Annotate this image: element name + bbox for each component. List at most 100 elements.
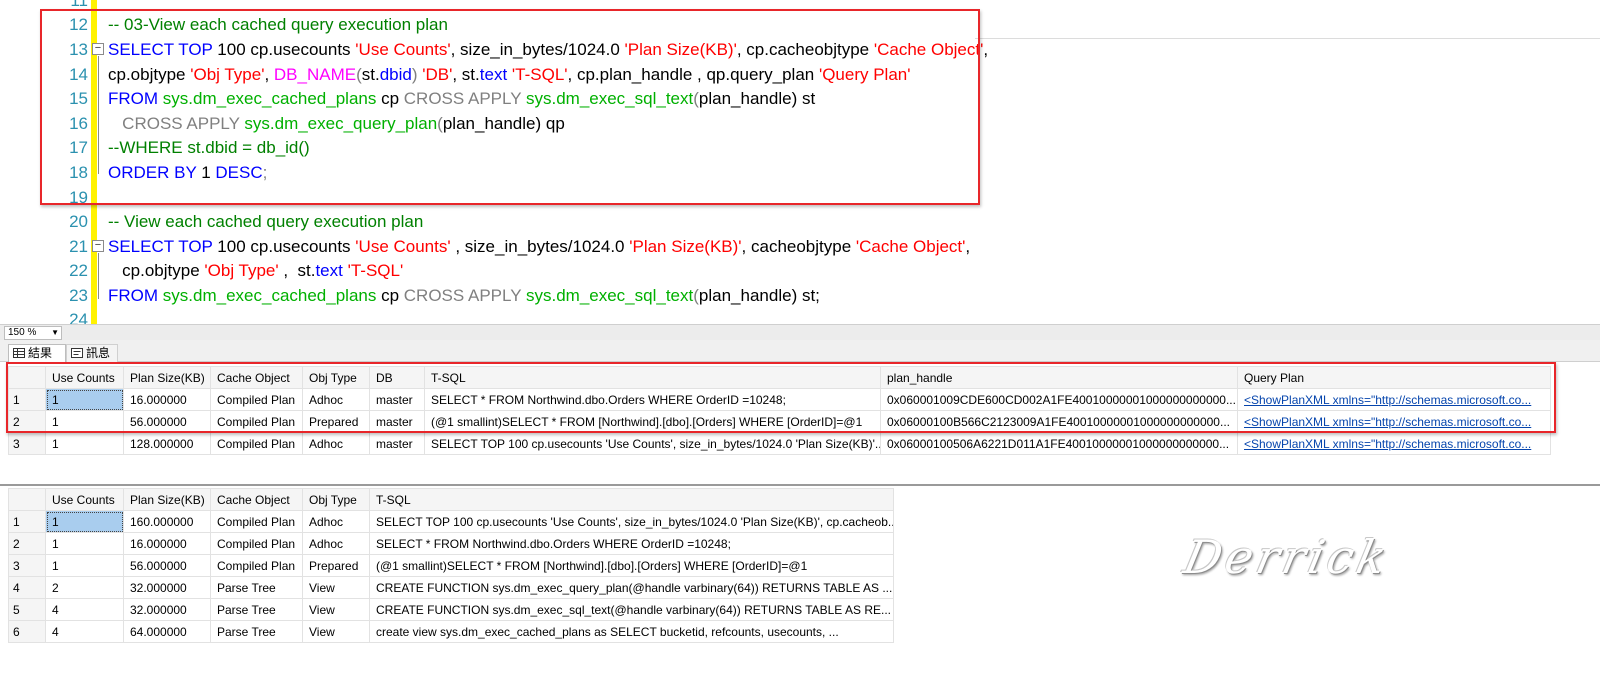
table-cell[interactable]: 1: [45, 432, 124, 455]
table-cell[interactable]: Adhoc: [302, 510, 370, 533]
code-string: 'Use Counts': [355, 237, 451, 256]
table-cell[interactable]: SELECT * FROM Northwind.dbo.Orders WHERE…: [369, 532, 894, 555]
table-row[interactable]: 1 1 160.000000 Compiled Plan Adhoc SELEC…: [8, 510, 894, 533]
table-row[interactable]: 3 1 56.000000 Compiled Plan Prepared (@1…: [8, 554, 894, 577]
table-row[interactable]: 3 1 128.000000 Compiled Plan Adhoc maste…: [8, 432, 1551, 455]
code-text: ,: [965, 237, 971, 256]
table-cell[interactable]: CREATE FUNCTION sys.dm_exec_sql_text(@ha…: [369, 598, 894, 621]
row-number[interactable]: 5: [8, 598, 46, 621]
line-number: 21: [69, 237, 88, 256]
code-text: , st.: [278, 261, 316, 280]
message-icon: [71, 348, 83, 358]
column-header-cache-object[interactable]: Cache Object: [210, 488, 303, 511]
table-cell[interactable]: SELECT TOP 100 cp.usecounts 'Use Counts'…: [369, 510, 894, 533]
table-cell[interactable]: Compiled Plan: [210, 432, 303, 455]
code-text: , cacheobjtype: [741, 237, 856, 256]
tab-messages[interactable]: 訊息: [66, 344, 118, 363]
code-system-object: sys.dm_exec_cached_plans: [162, 286, 377, 305]
table-cell[interactable]: Prepared: [302, 554, 370, 577]
code-line-23[interactable]: FROM sys.dm_exec_cached_plans cp CROSS A…: [108, 283, 820, 308]
code-operator: CROSS APPLY: [403, 286, 522, 305]
table-cell[interactable]: 64.000000: [123, 620, 211, 643]
code-text: plan_handle: [698, 286, 792, 305]
table-cell[interactable]: Parse Tree: [210, 620, 303, 643]
table-cell[interactable]: Parse Tree: [210, 576, 303, 599]
results-grid-1-area: Use Counts Plan Size(KB) Cache Object Ob…: [0, 362, 1600, 486]
code-keyword: SELECT TOP: [108, 237, 213, 256]
grid-icon: [13, 348, 25, 358]
table-cell[interactable]: 32.000000: [123, 598, 211, 621]
code-comment: -- View each cached query execution plan: [108, 212, 424, 231]
table-cell[interactable]: Compiled Plan: [210, 554, 303, 577]
table-cell[interactable]: 128.000000: [123, 432, 211, 455]
table-cell[interactable]: 1: [45, 554, 124, 577]
row-number[interactable]: 3: [8, 554, 46, 577]
table-header-row: Use Counts Plan Size(KB) Cache Object Ob…: [8, 488, 894, 511]
table-cell[interactable]: (@1 smallint)SELECT * FROM [Northwind].[…: [369, 554, 894, 577]
table-row[interactable]: 2 1 16.000000 Compiled Plan Adhoc SELECT…: [8, 532, 894, 555]
table-cell[interactable]: View: [302, 576, 370, 599]
line-number: 22: [69, 261, 88, 280]
table-cell[interactable]: 160.000000: [123, 510, 211, 533]
table-row[interactable]: 5 4 32.000000 Parse Tree View CREATE FUN…: [8, 598, 894, 621]
table-cell[interactable]: Compiled Plan: [210, 510, 303, 533]
code-string: 'Obj Type': [204, 261, 279, 280]
column-header-tsql[interactable]: T-SQL: [369, 488, 894, 511]
row-number[interactable]: 1: [8, 510, 46, 533]
table-cell[interactable]: SELECT TOP 100 cp.usecounts 'Use Counts'…: [424, 432, 881, 455]
table-cell[interactable]: create view sys.dm_exec_cached_plans as …: [369, 620, 894, 643]
code-text: , size_in_bytes/1024.0: [450, 237, 630, 256]
zoom-level-dropdown[interactable]: 150 % ▼: [4, 326, 62, 340]
code-text: 100 cp.usecounts: [212, 237, 356, 256]
table-cell[interactable]: 4: [45, 620, 124, 643]
table-cell[interactable]: View: [302, 620, 370, 643]
code-string: 'T-SQL': [347, 261, 404, 280]
chevron-down-icon: ▼: [51, 328, 59, 337]
table-cell[interactable]: View: [302, 598, 370, 621]
table-cell[interactable]: Adhoc: [302, 532, 370, 555]
table-cell[interactable]: 2: [45, 576, 124, 599]
code-string: 'Plan Size(KB)': [629, 237, 742, 256]
row-number[interactable]: 6: [8, 620, 46, 643]
table-row[interactable]: 4 2 32.000000 Parse Tree View CREATE FUN…: [8, 576, 894, 599]
table-cell[interactable]: 16.000000: [123, 532, 211, 555]
code-line-22[interactable]: cp.objtype 'Obj Type' , st.text 'T-SQL': [108, 258, 403, 283]
row-number[interactable]: 2: [8, 532, 46, 555]
tab-results-label: 結果: [28, 346, 53, 360]
table-cell[interactable]: CREATE FUNCTION sys.dm_exec_query_plan(@…: [369, 576, 894, 599]
table-cell[interactable]: Adhoc: [302, 432, 370, 455]
ssms-window: 11 12 13 14 15 16 17 18 19 20 21 22 23 2…: [0, 0, 1600, 676]
table-cell[interactable]: Compiled Plan: [210, 532, 303, 555]
table-cell[interactable]: Parse Tree: [210, 598, 303, 621]
table-cell[interactable]: master: [369, 432, 425, 455]
results-tab-bar: 結果 訊息: [0, 340, 1600, 363]
table-row[interactable]: 6 4 64.000000 Parse Tree View create vie…: [8, 620, 894, 643]
table-cell[interactable]: 0x06000100506A6221D011A1FE40010000001000…: [880, 432, 1238, 455]
table-cell[interactable]: 32.000000: [123, 576, 211, 599]
column-header-plan-size[interactable]: Plan Size(KB): [123, 488, 211, 511]
code-line-20[interactable]: -- View each cached query execution plan: [108, 209, 423, 234]
column-header-use-counts[interactable]: Use Counts: [45, 488, 124, 511]
table-cell[interactable]: 4: [45, 598, 124, 621]
zoom-level-value: 150 %: [8, 327, 37, 338]
highlight-box-results: [6, 362, 1556, 433]
row-number[interactable]: 3: [8, 432, 46, 455]
table-cell[interactable]: 56.000000: [123, 554, 211, 577]
query-plan-link[interactable]: <ShowPlanXML xmlns="http://schemas.micro…: [1237, 432, 1551, 455]
results-grid-2: Use Counts Plan Size(KB) Cache Object Ob…: [8, 488, 894, 643]
column-header-obj-type[interactable]: Obj Type: [302, 488, 370, 511]
current-line-indicator: [975, 38, 1600, 39]
author-watermark: Derrick: [1179, 530, 1396, 584]
query-editor[interactable]: 11 12 13 14 15 16 17 18 19 20 21 22 23 2…: [0, 0, 1600, 330]
tab-results[interactable]: 結果: [8, 344, 66, 363]
line-number: 23: [69, 286, 88, 305]
code-text: cp.objtype: [108, 261, 205, 280]
table-cell[interactable]: 1: [45, 532, 124, 555]
code-text: ,: [983, 40, 989, 59]
collapse-region-toggle[interactable]: −: [92, 240, 104, 252]
code-line-21[interactable]: SELECT TOP 100 cp.usecounts 'Use Counts'…: [108, 234, 970, 259]
table-cell[interactable]: 1: [45, 510, 124, 533]
editor-status-bar: 150 % ▼: [0, 324, 1600, 340]
row-number-header[interactable]: [8, 488, 46, 511]
row-number[interactable]: 4: [8, 576, 46, 599]
